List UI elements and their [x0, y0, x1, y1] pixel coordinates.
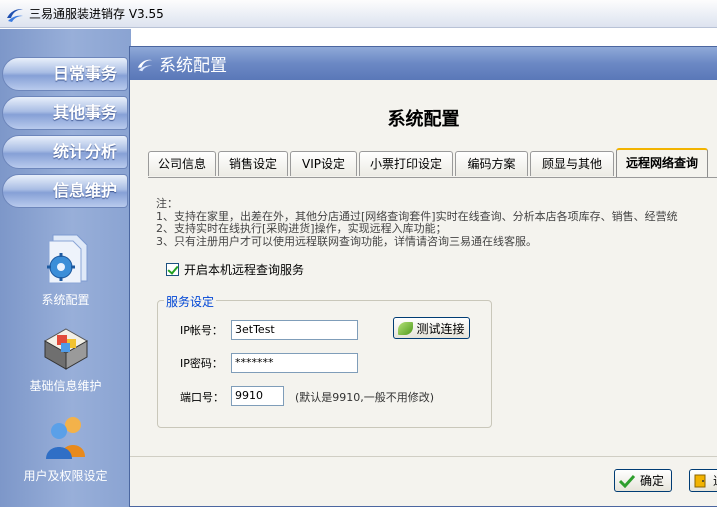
exit-door-icon: [694, 474, 706, 487]
page-title: 系统配置: [387, 109, 460, 130]
button-divider: [130, 456, 717, 457]
sidebar-item-label: 系统配置: [41, 293, 90, 307]
exit-button[interactable]: 退: [689, 469, 717, 492]
service-settings-legend: 服务设定: [164, 293, 217, 310]
sidebar-item-system-config[interactable]: 系统配置: [0, 231, 131, 308]
tab-coding-scheme[interactable]: 编码方案: [455, 151, 528, 176]
ip-password-field[interactable]: *******: [231, 353, 358, 373]
notes: 注： 1、支持在家里，出差在外，其他分店通过[网络查询套件]实时在线查询、分析本…: [156, 197, 678, 248]
ok-button[interactable]: 确定: [614, 469, 672, 492]
nav-statistics[interactable]: 统计分析: [2, 135, 128, 169]
title-bar: 三易通服装进销存 V3.55: [0, 0, 717, 28]
port-field[interactable]: 9910: [231, 386, 284, 406]
note-line: 2、支持实时在线执行[采购进货]操作，实现远程入库功能；: [156, 222, 447, 235]
tab-vip-settings[interactable]: VIP设定: [290, 151, 357, 176]
ip-account-field[interactable]: 3etTest: [231, 320, 358, 340]
dialog-header-title: 系统配置: [159, 56, 227, 76]
sidebar-item-label: 基础信息维护: [29, 379, 102, 393]
note-line: 3、只有注册用户才可以使用远程联网查询功能，详情请咨询三易通在线客服。: [156, 234, 537, 248]
users-icon: [45, 417, 85, 459]
test-connection-label: 测试连接: [416, 321, 465, 336]
check-icon: [619, 474, 635, 488]
test-connection-button[interactable]: 测试连接: [393, 317, 470, 339]
nav-daily-affairs[interactable]: 日常事务: [2, 57, 128, 91]
ip-account-label: IP帐号：: [180, 324, 223, 337]
leaf-icon: [398, 321, 414, 335]
ok-label: 确定: [640, 474, 665, 488]
sidebar-item-basic-info[interactable]: 基础信息维护: [0, 327, 131, 394]
app-title: 三易通服装进销存 V3.55: [29, 7, 164, 21]
enable-remote-label[interactable]: 开启本机远程查询服务: [184, 261, 304, 278]
system-config-dialog: 系统配置 系统配置 公司信息 销售设定 VIP设定 小票打印设定 编码方案 顾显…: [129, 46, 717, 507]
enable-remote-checkbox[interactable]: [166, 263, 179, 276]
nav-info-maintenance[interactable]: 信息维护: [2, 174, 128, 208]
port-hint: (默认是9910,一般不用修改): [295, 391, 435, 404]
nav-other-affairs[interactable]: 其他事务: [2, 96, 128, 130]
tab-company-info[interactable]: 公司信息: [148, 151, 216, 176]
enable-remote-row: 开启本机远程查询服务: [166, 261, 304, 278]
ip-password-label: IP密码：: [180, 357, 223, 370]
port-label: 端口号：: [180, 391, 224, 404]
sidebar: 日常事务 其他事务 统计分析 信息维护 系统配置 基础信息维护 用户及权限设定: [0, 29, 131, 507]
tab-sales-settings[interactable]: 销售设定: [218, 151, 288, 176]
tab-remote-query[interactable]: 远程网络查询: [616, 148, 708, 177]
note-line: 注：: [156, 197, 178, 210]
dialog-header: 系统配置: [130, 47, 717, 80]
basic-info-icon: [43, 328, 88, 370]
system-config-icon: [46, 234, 87, 284]
tab-receipt-print[interactable]: 小票打印设定: [359, 151, 453, 176]
app-swirl-icon: [137, 59, 153, 71]
tab-display-other[interactable]: 顾显与其他: [530, 151, 614, 176]
tab-divider: [148, 177, 717, 178]
sidebar-item-users-permissions[interactable]: 用户及权限设定: [0, 413, 131, 484]
app-swirl-icon: [7, 8, 23, 22]
exit-label: 退: [713, 472, 717, 489]
sidebar-item-label: 用户及权限设定: [23, 469, 108, 483]
